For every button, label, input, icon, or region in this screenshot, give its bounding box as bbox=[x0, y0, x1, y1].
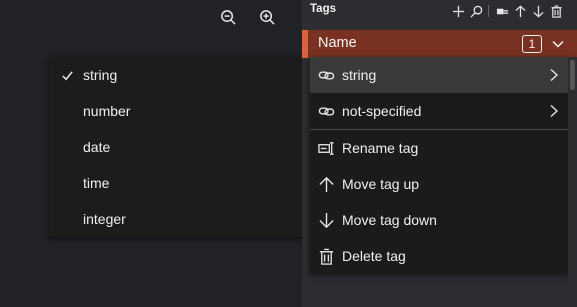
menu-item-not-specified[interactable]: not-specified bbox=[310, 93, 569, 129]
type-option-label: time bbox=[83, 175, 110, 191]
type-option-label: integer bbox=[83, 211, 126, 227]
zoom-out-icon[interactable] bbox=[217, 6, 239, 28]
type-option-integer[interactable]: integer bbox=[49, 201, 307, 237]
type-option-date[interactable]: date bbox=[49, 129, 307, 165]
type-option-label: string bbox=[83, 67, 118, 83]
rename-icon bbox=[317, 139, 335, 157]
tag-count-badge: 1 bbox=[522, 35, 542, 53]
type-option-time[interactable]: time bbox=[49, 165, 307, 201]
move-down-icon[interactable] bbox=[531, 4, 545, 18]
menu-item-label: Move tag down bbox=[342, 212, 437, 228]
menu-item-move-tag-up[interactable]: Move tag up bbox=[310, 166, 569, 202]
chevron-down-icon[interactable] bbox=[551, 37, 565, 51]
menu-item-label: Rename tag bbox=[342, 140, 419, 156]
scrollbar-thumb[interactable] bbox=[570, 60, 575, 90]
tag-row-name[interactable]: Name 1 bbox=[302, 30, 577, 58]
link-icon bbox=[317, 102, 335, 120]
zoom-in-icon[interactable] bbox=[256, 6, 278, 28]
menu-item-label: not-specified bbox=[342, 103, 422, 119]
lock-icon[interactable] bbox=[495, 4, 509, 18]
tag-name: Name bbox=[318, 35, 357, 51]
menu-item-label: Delete tag bbox=[342, 248, 406, 264]
menu-item-label: string bbox=[342, 67, 377, 83]
chevron-right-icon bbox=[549, 104, 559, 118]
menu-item-string[interactable]: string bbox=[310, 57, 569, 93]
tag-color-swatch bbox=[302, 30, 308, 58]
delete-icon[interactable] bbox=[549, 4, 563, 18]
type-option-label: date bbox=[83, 139, 111, 155]
search-icon[interactable] bbox=[469, 4, 483, 18]
type-option-label: number bbox=[83, 103, 131, 119]
panel-scrollbar[interactable] bbox=[568, 57, 577, 307]
type-option-string[interactable]: string bbox=[49, 57, 307, 93]
type-submenu: string number date time integer bbox=[49, 57, 307, 237]
panel-title: Tags bbox=[310, 3, 336, 15]
menu-item-move-tag-down[interactable]: Move tag down bbox=[310, 202, 569, 238]
chevron-right-icon bbox=[549, 68, 559, 82]
checkmark-icon bbox=[61, 57, 77, 93]
menu-item-label: Move tag up bbox=[342, 176, 420, 192]
tag-context-menu: string not-specified Rename tag Move tag… bbox=[310, 57, 569, 273]
menu-item-rename-tag[interactable]: Rename tag bbox=[310, 130, 569, 166]
move-up-icon[interactable] bbox=[513, 4, 527, 18]
arrow-down-icon bbox=[317, 211, 335, 229]
menu-item-delete-tag[interactable]: Delete tag bbox=[310, 238, 569, 274]
type-option-number[interactable]: number bbox=[49, 93, 307, 129]
add-icon[interactable] bbox=[451, 4, 465, 18]
link-icon bbox=[317, 66, 335, 84]
tags-panel-header: Tags bbox=[302, 0, 577, 24]
header-divider bbox=[488, 5, 489, 17]
trash-icon bbox=[317, 247, 335, 265]
arrow-up-icon bbox=[317, 175, 335, 193]
